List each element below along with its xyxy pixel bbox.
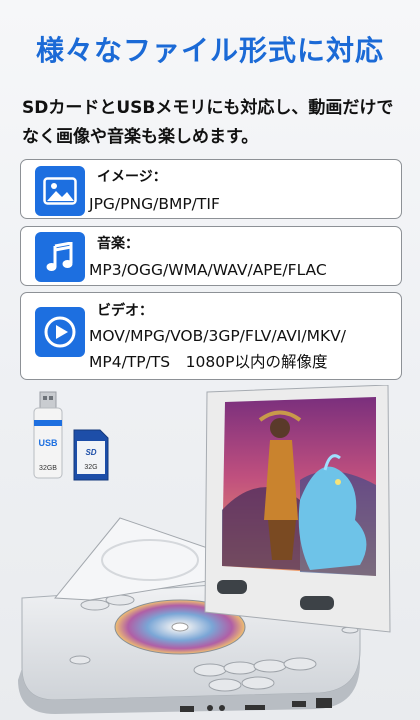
card-formats-line-2: MP4/TP/TS 1080P以内の解像度	[89, 353, 328, 371]
card-formats: MOV/MPG/VOB/3GP/FLV/AVI/MKV/ MP4/TP/TS 1…	[89, 323, 346, 375]
usb-capacity-label: 32GB	[39, 465, 57, 472]
card-label: イメージ：	[97, 169, 167, 185]
card-formats-line-1: MOV/MPG/VOB/3GP/FLV/AVI/MKV/	[89, 327, 346, 345]
usb-stick: USB 32GB	[33, 391, 63, 479]
product-illustration: USB 32GB SD 32G	[18, 385, 391, 714]
format-card-image: イメージ： JPG/PNG/BMP/TIF	[20, 159, 402, 219]
image-icon	[35, 166, 85, 216]
card-formats: MP3/OGG/WMA/WAV/APE/FLAC	[89, 261, 327, 279]
sd-card-label: SD	[85, 448, 96, 457]
player-screen	[204, 385, 391, 633]
play-circle-icon	[35, 307, 85, 357]
format-card-video: ビデオ： MOV/MPG/VOB/3GP/FLV/AVI/MKV/ MP4/TP…	[20, 292, 402, 380]
card-label: 音楽：	[97, 236, 139, 252]
format-card-audio: 音楽： MP3/OGG/WMA/WAV/APE/FLAC	[20, 226, 402, 286]
subtitle: SDカードとUSBメモリにも対応し、動画だけでなく画像や音楽も楽しめます。	[22, 98, 394, 147]
sd-card: SD 32G	[73, 429, 109, 481]
headline: 様々なファイル形式に対応	[35, 34, 384, 67]
sd-capacity-label: 32G	[84, 464, 97, 471]
music-note-icon	[35, 232, 85, 282]
card-label: ビデオ：	[97, 303, 153, 319]
usb-brand-label: USB	[38, 438, 58, 448]
card-formats: JPG/PNG/BMP/TIF	[89, 195, 220, 213]
